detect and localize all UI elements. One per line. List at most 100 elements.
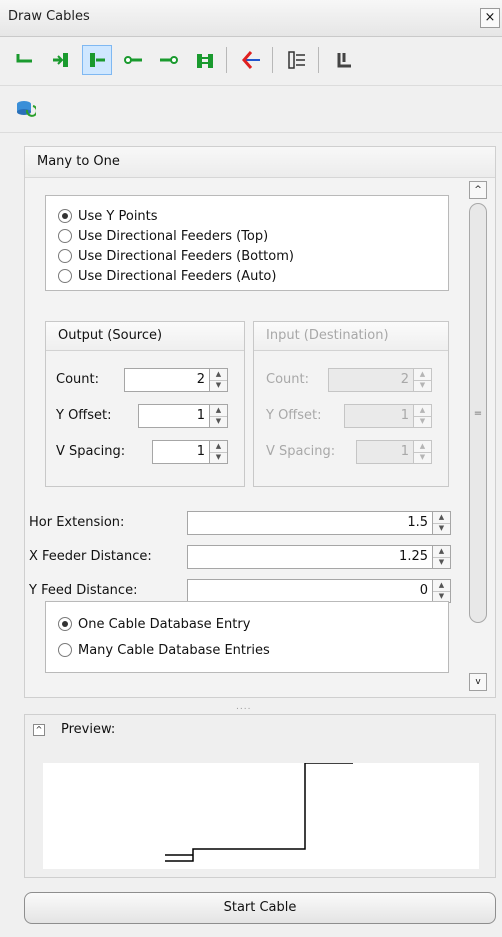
spin-up-icon[interactable]: ▲ [210,369,227,380]
hor-extension-label: Hor Extension: [29,515,125,530]
radio-use-y-points[interactable]: Use Y Points [58,206,158,226]
spin-down-icon: ▼ [414,415,431,428]
output-count-stepper[interactable]: 2 ▲ ▼ [124,368,228,392]
toolbar-separator [226,47,227,73]
input-vspacing-stepper: 1 ▲ ▼ [356,440,432,464]
output-count-label: Count: [56,372,99,387]
x-feeder-distance-input[interactable]: 1.25 [187,545,433,569]
spin-up-icon[interactable]: ▲ [210,441,227,452]
output-source-group: Output (Source) Count: 2 ▲ ▼ Y Offset: 1 … [45,321,245,487]
database-entry-radio-group: One Cable Database Entry Many Cable Data… [45,601,449,673]
cable-split-icon[interactable] [236,45,266,75]
radio-button[interactable] [58,643,72,657]
input-header: Input (Destination) [254,322,448,351]
input-yoffset-input: 1 [344,404,414,428]
start-cable-button[interactable]: Start Cable [24,892,496,924]
cable-corner-icon[interactable] [330,45,360,75]
secondary-toolbar [0,86,502,133]
output-title: Output (Source) [58,328,163,343]
spin-down-icon[interactable]: ▼ [210,451,227,464]
output-yoffset-input[interactable]: 1 [138,404,210,428]
preview-panel: ^ Preview: [24,714,496,878]
spin-down-icon[interactable]: ▼ [210,379,227,392]
spin-down-icon[interactable]: ▼ [433,522,450,535]
radio-button[interactable] [58,269,72,283]
cable-step-icon[interactable] [10,45,40,75]
radio-button[interactable] [58,229,72,243]
input-destination-group: Input (Destination) Count: 2 ▲ ▼ Y Offset… [253,321,449,487]
many-to-one-panel: Many to One Use Y Points Use Directional… [24,146,496,698]
hor-extension-input[interactable]: 1.5 [187,511,433,535]
output-header: Output (Source) [46,322,244,351]
spin-down-icon: ▼ [414,451,431,464]
input-yoffset-stepper: 1 ▲ ▼ [344,404,432,428]
x-feeder-distance-label: X Feeder Distance: [29,549,152,564]
cable-left-feed-icon[interactable] [46,45,76,75]
cable-list-icon[interactable] [282,45,312,75]
radio-label: Many Cable Database Entries [78,642,270,658]
radio-button[interactable] [58,249,72,263]
radio-button[interactable] [58,209,72,223]
collapse-icon[interactable]: ^ [33,724,45,736]
radio-button[interactable] [58,617,72,631]
preview-canvas [43,762,479,869]
toolbar-separator [318,47,319,73]
scroll-down-icon[interactable]: v [469,673,487,691]
input-count-label: Count: [266,372,309,387]
radio-directional-auto[interactable]: Use Directional Feeders (Auto) [58,266,276,286]
y-feed-distance-label: Y Feed Distance: [29,583,138,598]
preview-header: ^ Preview: [25,715,495,745]
hor-extension-stepper[interactable]: 1.5 ▲ ▼ [187,511,451,535]
mode-radio-group: Use Y Points Use Directional Feeders (To… [45,195,449,291]
cable-arrow-icon[interactable] [154,45,184,75]
splitter-grip[interactable]: .... [236,702,251,712]
radio-directional-top[interactable]: Use Directional Feeders (Top) [58,226,268,246]
cable-line-icon[interactable] [118,45,148,75]
cable-right-feed-icon[interactable] [82,45,112,75]
radio-label: Use Y Points [78,208,158,224]
radio-many-db-entries[interactable]: Many Cable Database Entries [58,640,270,660]
panel-scrollbar[interactable]: ^ = v [465,177,493,697]
output-vspacing-stepper[interactable]: 1 ▲ ▼ [152,440,228,464]
scroll-up-icon[interactable]: ^ [469,181,487,199]
spin-up-icon: ▲ [419,405,426,414]
output-count-input[interactable]: 2 [124,368,210,392]
input-vspacing-input: 1 [356,440,414,464]
spin-up-icon[interactable]: ▲ [433,512,450,523]
y-feed-distance-input[interactable]: 0 [187,579,433,603]
radio-directional-bottom[interactable]: Use Directional Feeders (Bottom) [58,246,294,266]
spin-up-icon[interactable]: ▲ [210,405,227,416]
input-count-input: 2 [328,368,414,392]
radio-one-db-entry[interactable]: One Cable Database Entry [58,614,250,634]
scroll-thumb[interactable]: = [469,203,487,623]
cable-parallel-icon[interactable] [190,45,220,75]
spin-up-icon[interactable]: ▲ [433,580,450,591]
radio-label: Use Directional Feeders (Bottom) [78,248,294,264]
panel-header: Many to One [25,147,495,178]
window-title: Draw Cables [8,9,90,24]
spin-up-icon[interactable]: ▲ [433,546,450,557]
spin-down-icon[interactable]: ▼ [210,415,227,428]
x-feeder-distance-stepper[interactable]: 1.25 ▲ ▼ [187,545,451,569]
y-feed-distance-stepper[interactable]: 0 ▲ ▼ [187,579,451,603]
input-count-stepper: 2 ▲ ▼ [328,368,432,392]
radio-label: One Cable Database Entry [78,616,251,632]
title-bar: Draw Cables × [0,0,502,37]
input-yoffset-label: Y Offset: [266,408,322,423]
spin-down-icon[interactable]: ▼ [433,556,450,569]
spin-up-icon: ▲ [419,441,426,450]
radio-label: Use Directional Feeders (Auto) [78,268,277,284]
radio-label: Use Directional Feeders (Top) [78,228,269,244]
close-button[interactable]: × [480,8,500,28]
input-title: Input (Destination) [266,328,389,343]
preview-label: Preview: [61,722,116,737]
toolbar [0,37,502,86]
refresh-database-icon[interactable] [12,94,38,120]
output-yoffset-stepper[interactable]: 1 ▲ ▼ [138,404,228,428]
output-yoffset-label: Y Offset: [56,408,112,423]
panel-title: Many to One [37,154,120,169]
output-vspacing-input[interactable]: 1 [152,440,210,464]
spin-down-icon: ▼ [414,379,431,392]
output-vspacing-label: V Spacing: [56,444,126,459]
input-vspacing-label: V Spacing: [266,444,336,459]
